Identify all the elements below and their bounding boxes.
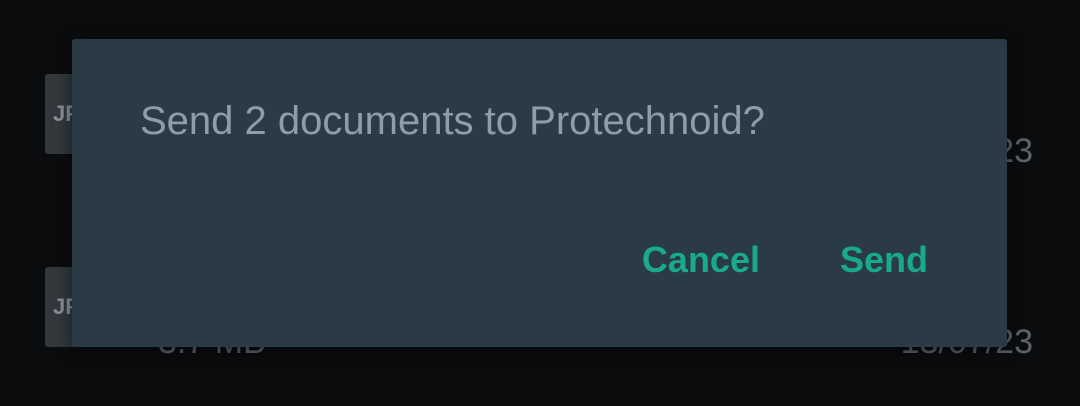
- dialog-title: Send 2 documents to Protechnoid?: [140, 99, 765, 143]
- send-confirmation-dialog: Send 2 documents to Protechnoid? Cancel …: [72, 39, 1007, 347]
- cancel-button[interactable]: Cancel: [642, 239, 760, 281]
- dialog-actions: Cancel Send: [642, 239, 928, 281]
- send-button[interactable]: Send: [840, 239, 928, 281]
